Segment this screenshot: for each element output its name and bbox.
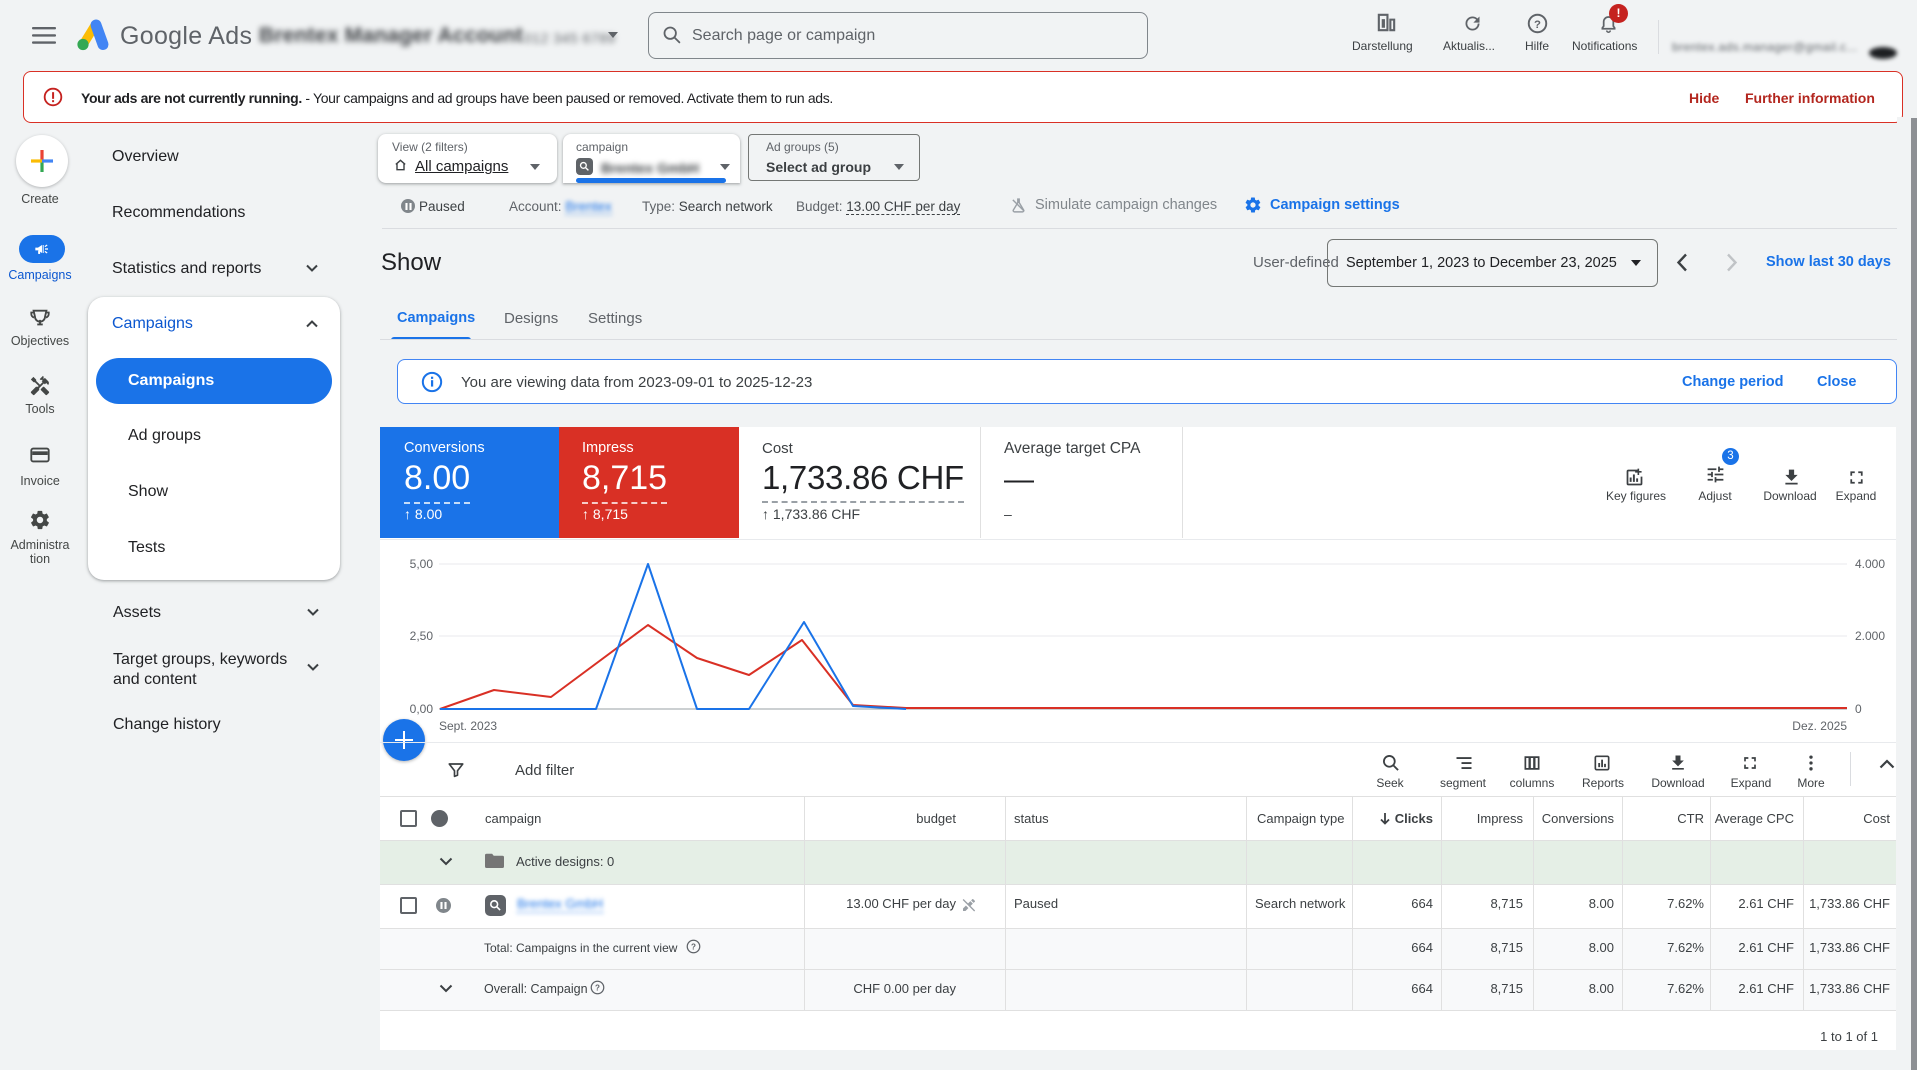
svg-text:?: ? [1534, 19, 1541, 31]
svg-text:Sept. 2023: Sept. 2023 [439, 719, 497, 733]
svg-text:2,50: 2,50 [410, 629, 434, 643]
svg-text:?: ? [595, 984, 600, 993]
svg-text:4.000: 4.000 [1855, 557, 1885, 571]
svg-text:?: ? [691, 943, 696, 952]
svg-text:0: 0 [1855, 702, 1862, 716]
svg-text:Dez. 2025: Dez. 2025 [1792, 719, 1847, 733]
svg-text:0,00: 0,00 [410, 702, 434, 716]
svg-text:5,00: 5,00 [410, 557, 434, 571]
svg-text:2.000: 2.000 [1855, 629, 1885, 643]
